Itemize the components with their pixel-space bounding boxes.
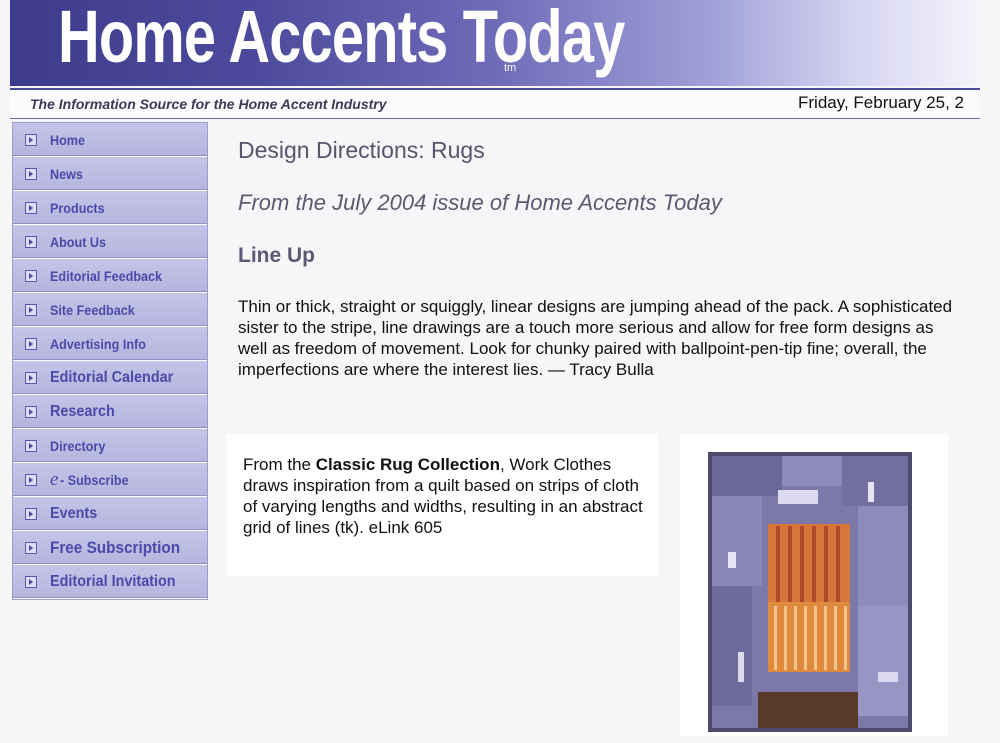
- trademark-mark: tm: [504, 62, 517, 74]
- article-subheading: Line Up: [238, 244, 315, 267]
- arrow-right-icon: [25, 575, 37, 588]
- sidebar-item-products[interactable]: Products: [13, 191, 207, 225]
- sidebar-item-editorial-invitation[interactable]: Editorial Invitation: [13, 565, 207, 599]
- arrow-right-icon: [25, 541, 37, 554]
- sidebar-item-label: Site Feedback: [50, 301, 135, 318]
- current-date: Friday, February 25, 2: [798, 93, 964, 112]
- sidebar-item-label: - Subscribe: [60, 471, 130, 488]
- rug-image[interactable]: [708, 452, 912, 732]
- sidebar-item-advertising-info[interactable]: Advertising Info: [13, 327, 207, 361]
- arrow-right-icon: [25, 235, 37, 248]
- sidebar-item-editorial-calendar[interactable]: Editorial Calendar: [13, 361, 207, 395]
- issue-line: From the July 2004 issue of Home Accents…: [238, 190, 722, 215]
- site-tagline: The Information Source for the Home Acce…: [30, 96, 387, 112]
- sidebar-item-news[interactable]: News: [13, 157, 207, 191]
- sidebar-item-free-subscription[interactable]: Free Subscription: [13, 531, 207, 565]
- page-title: Design Directions: Rugs: [238, 137, 485, 163]
- sidebar-nav: Home News Products About Us Editorial Fe…: [12, 122, 208, 600]
- arrow-right-icon: [25, 473, 37, 486]
- e-prefix-glyph: e: [50, 468, 59, 490]
- feature-caption-box: From the Classic Rug Collection, Work Cl…: [226, 434, 658, 576]
- arrow-right-icon: [25, 337, 37, 350]
- sidebar-item-label: About Us: [50, 233, 106, 250]
- arrow-right-icon: [25, 371, 37, 384]
- sidebar-item-editorial-feedback[interactable]: Editorial Feedback: [13, 259, 207, 293]
- sidebar-item-label: Home: [50, 131, 86, 148]
- sidebar-item-site-feedback[interactable]: Site Feedback: [13, 293, 207, 327]
- sidebar-item-label: News: [50, 165, 83, 182]
- article-body: Thin or thick, straight or squiggly, lin…: [238, 297, 953, 379]
- sidebar-item-events[interactable]: Events: [13, 497, 207, 531]
- arrow-right-icon: [25, 133, 37, 146]
- sidebar-item-home[interactable]: Home: [13, 123, 207, 157]
- site-logo-title[interactable]: Home Accents Today: [58, 0, 625, 79]
- sidebar-item-research[interactable]: Research: [13, 395, 207, 429]
- sidebar-item-label: Editorial Feedback: [50, 267, 163, 284]
- sidebar-item-label: Editorial Invitation: [50, 572, 176, 590]
- sidebar-item-label: Events: [50, 504, 98, 522]
- header-banner: Home Accents Today tm: [10, 0, 980, 86]
- arrow-right-icon: [25, 167, 37, 180]
- product-image-frame: [680, 434, 948, 736]
- sidebar-item-directory[interactable]: Directory: [13, 429, 207, 463]
- arrow-right-icon: [25, 303, 37, 316]
- sidebar-item-about-us[interactable]: About Us: [13, 225, 207, 259]
- arrow-right-icon: [25, 201, 37, 214]
- sidebar-item-label: Advertising Info: [50, 335, 146, 352]
- sidebar-item-label: Editorial Calendar: [50, 368, 174, 386]
- sidebar-item-label: Research: [50, 402, 115, 420]
- arrow-right-icon: [25, 405, 37, 418]
- sidebar-item-label: Products: [50, 199, 105, 216]
- tagline-bar: The Information Source for the Home Acce…: [10, 88, 980, 119]
- arrow-right-icon: [25, 269, 37, 282]
- sidebar-item-label: Free Subscription: [50, 537, 181, 557]
- arrow-right-icon: [25, 439, 37, 452]
- arrow-right-icon: [25, 507, 37, 520]
- sidebar-item-e-subscribe[interactable]: e - Subscribe: [13, 463, 207, 497]
- caption-prefix: From the: [243, 455, 316, 474]
- collection-name: Classic Rug Collection: [315, 455, 500, 474]
- sidebar-item-label: Directory: [50, 437, 106, 454]
- feature-caption: From the Classic Rug Collection, Work Cl…: [243, 454, 648, 538]
